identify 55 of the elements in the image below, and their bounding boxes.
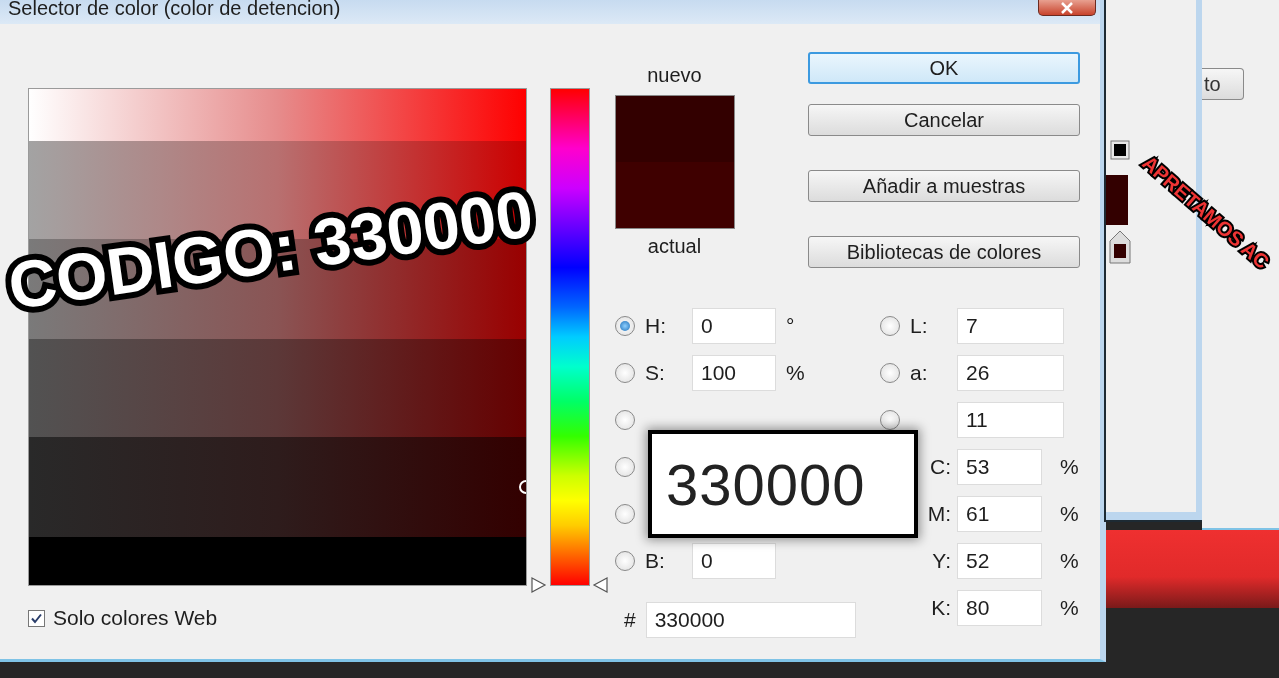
input-field[interactable]: 0 — [692, 542, 776, 579]
dialog-button[interactable]: to — [1202, 68, 1244, 100]
radio-button[interactable] — [880, 409, 900, 430]
dialog-button[interactable]: Añadir a muestras — [808, 170, 1080, 202]
unit-label: % — [1060, 454, 1079, 479]
zoomed-hex-value: 330000 — [666, 450, 866, 518]
hue-slider-thumb[interactable] — [531, 577, 608, 593]
checkbox-label[interactable]: Solo colores Web — [53, 606, 218, 630]
input-field[interactable]: 53 — [957, 448, 1042, 485]
input-field[interactable]: 100 — [692, 354, 776, 391]
field-label: M: — [926, 501, 952, 526]
hue-slider-track[interactable] — [550, 88, 590, 586]
dialog-button[interactable]: Bibliotecas de colores — [808, 236, 1080, 268]
field-label: H: — [644, 313, 667, 338]
dialog-button[interactable]: OK — [808, 52, 1080, 84]
radio-button[interactable] — [615, 456, 635, 477]
input-field[interactable]: 7 — [957, 307, 1064, 344]
field-label: S: — [644, 360, 666, 385]
swatch-label: actual — [647, 235, 702, 257]
radio-button[interactable] — [615, 362, 635, 383]
input-field[interactable]: 80 — [957, 589, 1042, 626]
field-label: B: — [644, 548, 666, 573]
input-field[interactable]: 0 — [692, 307, 776, 344]
hex-input-field[interactable]: 330000 — [645, 601, 856, 638]
input-field[interactable]: 26 — [957, 354, 1064, 391]
field-label: C: — [929, 454, 952, 479]
input-field[interactable]: 61 — [957, 495, 1042, 532]
unit-label: ° — [786, 313, 795, 338]
unit-label: % — [1060, 595, 1079, 620]
unit-label: % — [1060, 548, 1079, 573]
swatch-label: nuevo — [647, 64, 702, 86]
hex-label: # — [624, 607, 636, 632]
input-field[interactable]: 52 — [957, 542, 1042, 579]
radio-button[interactable] — [615, 409, 635, 430]
field-label: a: — [909, 360, 929, 385]
radio-button[interactable] — [615, 315, 635, 336]
radio-button[interactable] — [615, 550, 635, 571]
field-label: Y: — [931, 548, 952, 573]
unit-label: % — [786, 360, 805, 385]
color-stop-icon[interactable] — [1109, 230, 1131, 264]
radio-button[interactable] — [880, 362, 900, 383]
radio-button[interactable] — [615, 503, 635, 524]
gradient-preview — [1106, 175, 1128, 225]
field-label: K: — [930, 595, 952, 620]
caption-text: CODIGO: 330000 — [4, 177, 538, 322]
checkbox[interactable] — [28, 609, 45, 627]
color-stop-icon[interactable] — [1110, 140, 1130, 160]
input-field[interactable]: 11 — [957, 401, 1064, 438]
close-button[interactable] — [1038, 0, 1096, 16]
radio-button[interactable] — [880, 315, 900, 336]
dialog-button[interactable]: Cancelar — [808, 104, 1080, 136]
window-title: Selector de color (color de detencion) — [8, 0, 341, 18]
unit-label: % — [1060, 501, 1079, 526]
field-label: L: — [909, 313, 929, 338]
close-icon — [1060, 1, 1074, 14]
